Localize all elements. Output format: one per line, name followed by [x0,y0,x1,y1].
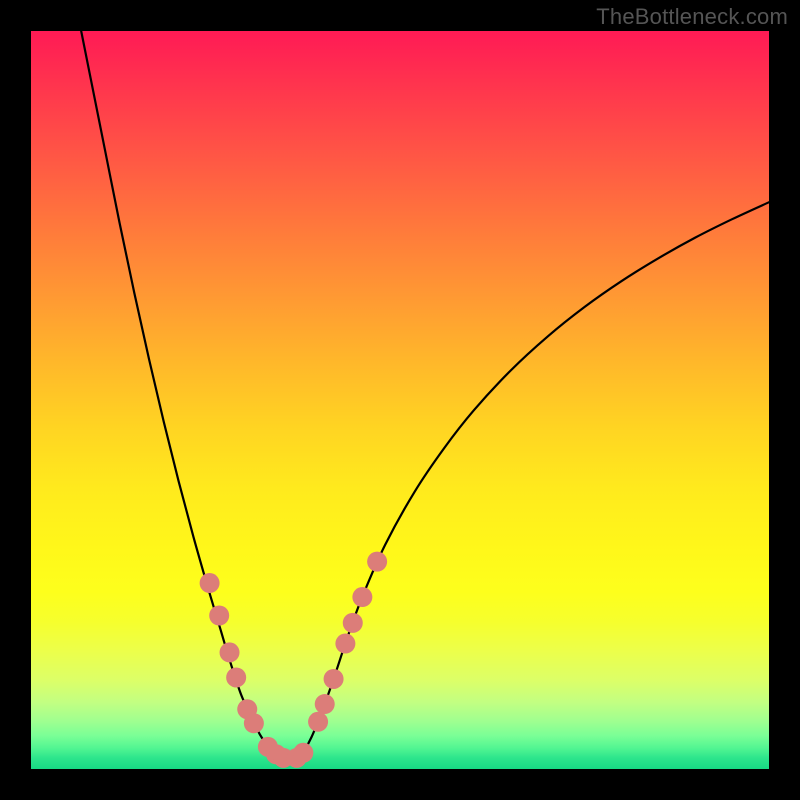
marker-dot [244,713,264,733]
watermark-text: TheBottleneck.com [596,4,788,30]
chart-svg [31,31,769,769]
marker-dot [293,743,313,763]
marker-dot [335,634,355,654]
marker-dot [315,694,335,714]
marker-dot [226,667,246,687]
marker-dot [308,712,328,732]
marker-dot [200,573,220,593]
chart-frame: TheBottleneck.com [0,0,800,800]
marker-dot [324,669,344,689]
marker-dot [352,587,372,607]
marker-dot [367,552,387,572]
marker-dot [220,642,240,662]
left-curve [81,31,282,758]
plot-area [31,31,769,769]
salmon-markers [200,552,388,768]
marker-dot [343,613,363,633]
marker-dot [209,605,229,625]
right-curve [298,202,769,758]
